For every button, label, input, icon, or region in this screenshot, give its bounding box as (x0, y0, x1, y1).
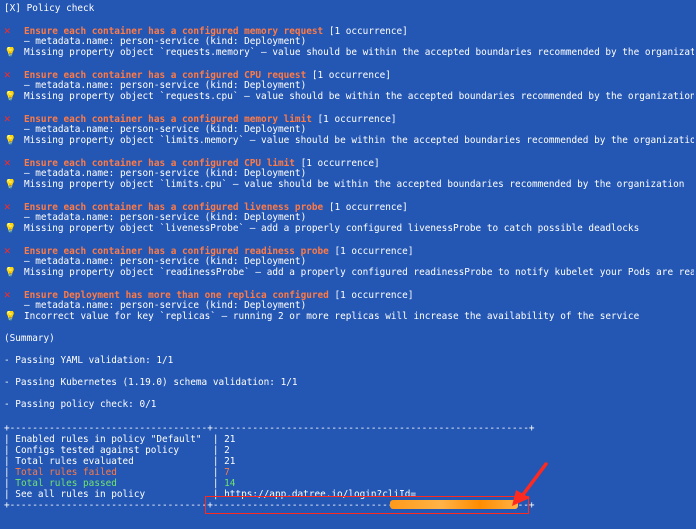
lightbulb-icon: 💡 (4, 135, 17, 146)
rule-metadata: — metadata.name: person-service (kind: D… (24, 212, 307, 223)
rule-title: Ensure each container has a configured C… (24, 158, 295, 168)
rule-title-line: ✕ Ensure each container has a configured … (4, 69, 694, 80)
rule-block: ✕ Ensure each container has a configured … (4, 25, 694, 69)
lightbulb-icon: 💡 (4, 223, 17, 234)
x-icon: ✕ (4, 157, 11, 168)
summary-policy: - Passing policy check: 0/1 (4, 399, 157, 410)
table-row: | Enabled rules in policy "Default" | 21 (4, 434, 236, 445)
table-value: 21 (224, 434, 236, 445)
rule-block: ✕ Ensure each container has a configured … (4, 201, 694, 245)
lightbulb-icon: 💡 (4, 91, 17, 102)
rule-message: 💡 Missing property object `requests.cpu` … (4, 91, 694, 102)
rule-block: ✕ Ensure each container has a configured … (4, 245, 694, 289)
summary-heading: (Summary) (4, 333, 55, 344)
x-icon: ✕ (4, 25, 11, 36)
summary-yaml: - Passing YAML validation: 1/1 (4, 355, 174, 366)
table-row: | Configs tested against policy | 2 (4, 445, 230, 456)
rule-block: ✕ Ensure each container has a configured … (4, 157, 694, 201)
rule-metadata: — metadata.name: person-service (kind: D… (24, 168, 307, 179)
rule-metadata: — metadata.name: person-service (kind: D… (24, 36, 307, 47)
lightbulb-icon: 💡 (4, 179, 17, 190)
rule-occurrence: [1 occurrence] (334, 290, 414, 300)
red-arrow-icon (512, 462, 548, 506)
rule-title: Ensure each container has a configured m… (24, 114, 312, 124)
rule-title: Ensure each container has a configured m… (24, 26, 324, 36)
table-label: Enabled rules in policy "Default" (15, 434, 202, 445)
table-label: Total rules failed (15, 467, 117, 478)
rule-metadata: — metadata.name: person-service (kind: D… (24, 124, 307, 135)
rule-title-line: ✕ Ensure each container has a configured … (4, 157, 694, 168)
table-label: Total rules passed (15, 478, 117, 489)
rules-list: ✕ Ensure each container has a configured … (4, 25, 694, 333)
rule-message: 💡 Missing property object `limits.memory`… (4, 135, 694, 146)
terminal-output: [X] Policy check ✕ Ensure each container … (4, 3, 694, 511)
table-value: 2 (224, 445, 230, 456)
rule-message: 💡 Incorrect value for key `replicas` — ru… (4, 311, 640, 322)
rule-block: ✕ Ensure each container has a configured … (4, 69, 694, 113)
table-row: | Total rules passed | 14 (4, 478, 236, 489)
rule-title-line: ✕ Ensure each container has a configured … (4, 113, 694, 124)
lightbulb-icon: 💡 (4, 47, 17, 58)
rule-metadata: — metadata.name: person-service (kind: D… (24, 300, 307, 311)
table-row: | Total rules failed | 7 (4, 467, 230, 478)
rule-title-line: ✕ Ensure each container has a configured … (4, 25, 694, 36)
table-label: See all rules in policy (15, 489, 146, 500)
rule-occurrence: [1 occurrence] (328, 202, 408, 212)
redaction-scribble (390, 500, 518, 509)
rule-message: 💡 Missing property object `limits.cpu` — … (4, 179, 685, 190)
rule-title: Ensure each container has a configured l… (24, 202, 324, 212)
rule-occurrence: [1 occurrence] (328, 26, 408, 36)
rule-message: 💡 Missing property object `livenessProbe`… (4, 223, 640, 234)
rule-title-line: ✕ Ensure each container has a configured … (4, 201, 694, 212)
rule-title-line: ✕ Ensure each container has a configured … (4, 245, 694, 256)
x-icon: ✕ (4, 245, 11, 256)
rule-title: Ensure each container has a configured C… (24, 70, 307, 80)
rule-block: ✕ Ensure Deployment has more than one rep… (4, 289, 694, 333)
policy-check-header: [X] Policy check (4, 3, 95, 14)
rule-message: 💡 Missing property object `readinessProbe… (4, 267, 694, 278)
table-value: 21 (224, 456, 236, 467)
rule-occurrence: [1 occurrence] (300, 158, 380, 168)
table-value: 14 (224, 478, 236, 489)
rule-occurrence: [1 occurrence] (311, 70, 391, 80)
rule-occurrence: [1 occurrence] (334, 246, 414, 256)
rule-metadata: — metadata.name: person-service (kind: D… (24, 80, 307, 91)
x-icon: ✕ (4, 69, 11, 80)
lightbulb-icon: 💡 (4, 311, 17, 322)
summary-k8s: - Passing Kubernetes (1.19.0) schema val… (4, 377, 298, 388)
lightbulb-icon: 💡 (4, 267, 17, 278)
table-label: Total rules evaluated (15, 456, 134, 467)
x-icon: ✕ (4, 113, 11, 124)
table-border-top: +-----------------------------------+---… (4, 423, 535, 434)
rule-title: Ensure Deployment has more than one repl… (24, 290, 329, 300)
table-label: Configs tested against policy (15, 445, 179, 456)
x-icon: ✕ (4, 289, 11, 300)
rule-metadata: — metadata.name: person-service (kind: D… (24, 256, 307, 267)
table-value: 7 (224, 467, 230, 478)
table-row: | Total rules evaluated | 21 (4, 456, 236, 467)
rule-message: 💡 Missing property object `requests.memor… (4, 47, 694, 58)
rule-title: Ensure each container has a configured r… (24, 246, 329, 256)
rule-title-line: ✕ Ensure Deployment has more than one rep… (4, 289, 694, 300)
rule-block: ✕ Ensure each container has a configured … (4, 113, 694, 157)
x-icon: ✕ (4, 201, 11, 212)
rule-occurrence: [1 occurrence] (317, 114, 397, 124)
